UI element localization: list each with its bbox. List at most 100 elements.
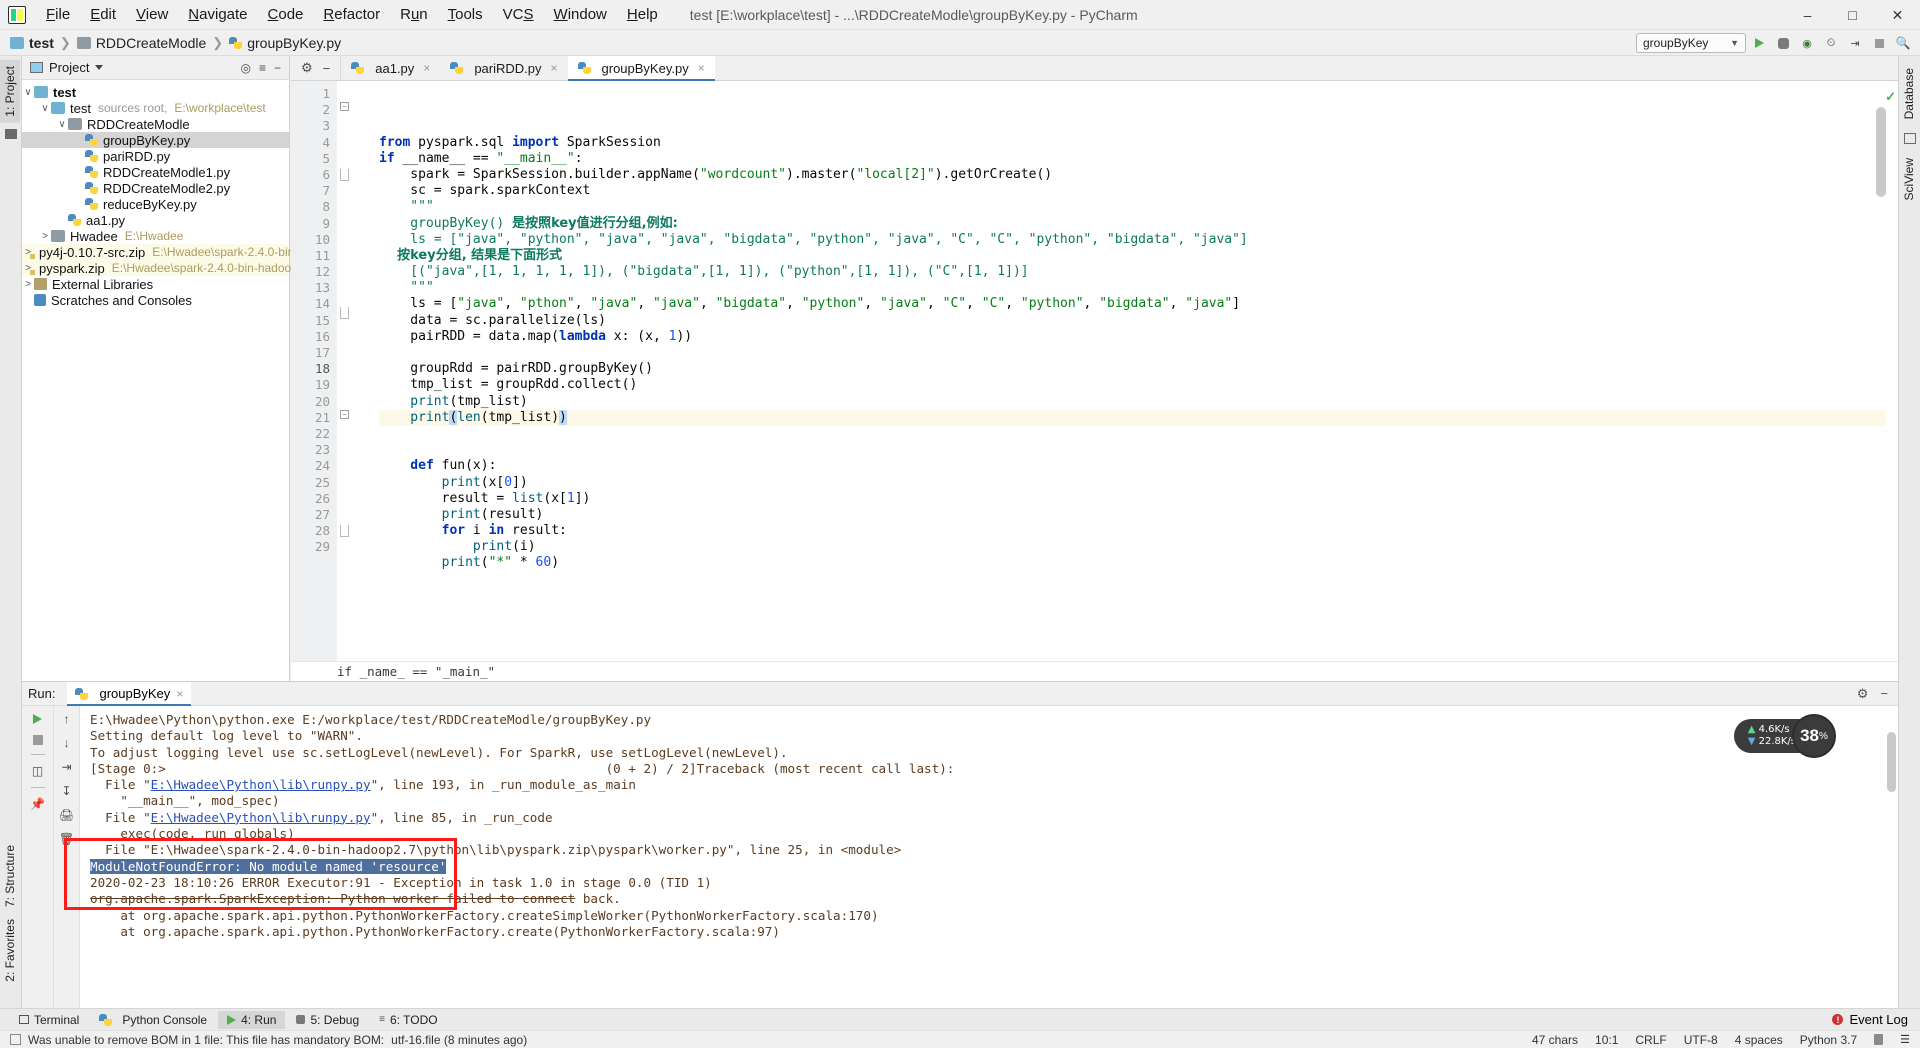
tree-item-groupbykey-py[interactable]: groupByKey.py — [22, 132, 289, 148]
fold-icon-line2[interactable]: − — [340, 102, 349, 111]
menu-tools[interactable]: Tools — [438, 2, 493, 27]
menu-help[interactable]: Help — [617, 2, 668, 27]
structure-toggle-icon[interactable] — [5, 128, 17, 139]
menu-view[interactable]: View — [126, 2, 178, 27]
stop-icon[interactable] — [32, 735, 43, 745]
gear-icon[interactable]: ⚙ — [301, 60, 313, 76]
scroll-to-end-icon[interactable]: ↧ — [60, 784, 74, 798]
console-vertical-scrollbar[interactable] — [1887, 732, 1896, 792]
chevron-down-icon[interactable]: ∨ — [56, 119, 68, 130]
attach-process-button[interactable]: ⇥ — [1844, 32, 1866, 54]
menu-navigate[interactable]: Navigate — [178, 2, 257, 27]
editor-tab-parirdd-py[interactable]: pariRDD.py × — [440, 56, 567, 80]
tree-item-reducebykey-py[interactable]: reduceByKey.py — [22, 196, 289, 212]
tree-item-hwadee[interactable]: > Hwadee E:\Hwadee — [22, 228, 289, 244]
scroll-up-icon[interactable]: ↑ — [60, 712, 74, 726]
run-tab-groupbykey[interactable]: groupByKey × — [67, 681, 192, 706]
minimize-icon[interactable]: − — [1880, 686, 1888, 702]
tree-item-rddcreatemodle1-py[interactable]: RDDCreateModle1.py — [22, 164, 289, 180]
close-icon[interactable]: × — [176, 687, 183, 701]
run-with-coverage-button[interactable]: ◉ — [1796, 32, 1818, 54]
console-link[interactable]: E:\Hwadee\Python\lib\runpy.py — [151, 810, 371, 825]
status-caret-position[interactable]: 10:1 — [1595, 1033, 1618, 1047]
rerun-icon[interactable] — [31, 712, 45, 726]
sidebar-tab-project[interactable]: 1: Project — [0, 60, 20, 123]
sidebar-tab-sciview[interactable]: SciView — [1899, 152, 1919, 206]
close-icon[interactable]: × — [423, 61, 430, 75]
fold-end-line5[interactable] — [340, 169, 349, 181]
search-everywhere-button[interactable]: 🔍 — [1892, 32, 1914, 54]
scroll-from-source-icon[interactable]: ◎ — [240, 61, 250, 75]
collapse-all-icon[interactable]: ≡ — [259, 61, 266, 75]
sidebar-tab-favorites[interactable]: 2: Favorites — [0, 913, 20, 988]
run-configuration-selector[interactable]: groupByKey ▼ — [1636, 33, 1746, 53]
editor-tab-groupbykey-py[interactable]: groupByKey.py × — [567, 56, 715, 81]
minimize-icon[interactable]: − — [323, 61, 331, 76]
editor-vertical-scrollbar[interactable] — [1876, 107, 1886, 197]
tree-item-scratches-and-consoles[interactable]: Scratches and Consoles — [22, 292, 289, 308]
chevron-down-icon[interactable]: ∨ — [39, 103, 51, 114]
breadcrumb-folder[interactable]: RDDCreateModle — [96, 35, 206, 51]
console-output[interactable]: E:\Hwadee\Python\python.exe E:/workplace… — [80, 706, 1898, 1009]
menu-vcs[interactable]: VCS — [493, 2, 544, 27]
lock-icon[interactable] — [1874, 1034, 1884, 1045]
bottom-tab-python-console[interactable]: Python Console — [90, 1011, 216, 1029]
bottom-tab-terminal[interactable]: Terminal — [10, 1011, 88, 1029]
menu-file[interactable]: File — [36, 2, 80, 27]
status-interpreter[interactable]: Python 3.7 — [1800, 1033, 1857, 1047]
bottom-tab-5-debug[interactable]: 5: Debug — [287, 1011, 368, 1029]
stop-button[interactable] — [1868, 32, 1890, 54]
menu-refactor[interactable]: Refactor — [313, 2, 390, 27]
grid-icon[interactable] — [1904, 133, 1916, 145]
soft-wrap-icon[interactable]: ⇥ — [60, 760, 74, 774]
fold-end-line27[interactable] — [340, 525, 349, 537]
minimize-button[interactable]: – — [1785, 0, 1830, 30]
bottom-tab-4-run[interactable]: 4: Run — [218, 1010, 286, 1029]
profile-button[interactable]: ⏲ — [1820, 32, 1842, 54]
close-icon[interactable]: × — [698, 61, 705, 75]
debug-button[interactable] — [1772, 32, 1794, 54]
code-area[interactable]: 1 2 3 4 5 6 7 8 9 10 11 12 13 14 15 16 17 18 19 20 21 22 23 24 2… — [291, 81, 1898, 661]
chevron-down-icon[interactable] — [95, 65, 104, 70]
breadcrumb-file[interactable]: groupByKey.py — [247, 35, 341, 51]
pin-icon[interactable]: 📌 — [30, 797, 45, 811]
status-indent[interactable]: 4 spaces — [1735, 1033, 1783, 1047]
hide-panel-icon[interactable]: − — [274, 61, 281, 75]
menu-code[interactable]: Code — [258, 2, 314, 27]
tree-item-test[interactable]: ∨ test — [22, 84, 289, 100]
menu-window[interactable]: Window — [544, 2, 617, 27]
editor-tab-aa1-py[interactable]: aa1.py × — [341, 56, 440, 80]
close-icon[interactable]: × — [551, 61, 558, 75]
tree-item-aa1-py[interactable]: aa1.py — [22, 212, 289, 228]
tree-item-rddcreatemodle[interactable]: ∨ RDDCreateModle — [22, 116, 289, 132]
sidebar-tab-database[interactable]: Database — [1899, 62, 1919, 125]
clear-all-icon[interactable]: 🗑 — [59, 832, 74, 846]
tree-item-py4j-0-10-7-src-zip[interactable]: > py4j-0.10.7-src.zip E:\Hwadee\spark-2.4.… — [22, 244, 305, 260]
maximize-button[interactable]: □ — [1830, 0, 1875, 30]
tree-item-pyspark-zip[interactable]: > pyspark.zip E:\Hwadee\spark-2.4.0-bin-ha… — [22, 260, 298, 276]
chevron-right-icon[interactable]: > — [39, 231, 51, 242]
fold-end-line10[interactable] — [340, 307, 349, 319]
scroll-down-icon[interactable]: ↓ — [60, 736, 74, 750]
tree-item-test[interactable]: ∨ test sources root, E:\workplace\test — [22, 100, 289, 116]
tree-item-rddcreatemodle2-py[interactable]: RDDCreateModle2.py — [22, 180, 289, 196]
sidebar-tab-structure[interactable]: 7: Structure — [0, 839, 20, 913]
run-button[interactable] — [1748, 32, 1770, 54]
gear-icon[interactable]: ⚙ — [1857, 686, 1869, 702]
print-icon[interactable]: 🖨 — [59, 808, 74, 822]
editor-error-stripe[interactable]: ✓ — [1885, 81, 1898, 661]
memory-indicator-icon[interactable]: ☰ — [1900, 1033, 1910, 1046]
status-line-separator[interactable]: CRLF — [1635, 1033, 1666, 1047]
menu-run[interactable]: Run — [390, 2, 438, 27]
breadcrumb-project[interactable]: test — [29, 35, 54, 51]
network-cpu-widget[interactable]: ▲ 4.6K/s ▼ 22.8K/s 38% — [1733, 714, 1836, 758]
tree-item-parirdd-py[interactable]: pariRDD.py — [22, 148, 289, 164]
tree-item-external-libraries[interactable]: > External Libraries — [22, 276, 289, 292]
event-log-group[interactable]: ! Event Log — [1832, 1012, 1920, 1027]
console-link[interactable]: E:\Hwadee\Python\lib\runpy.py — [151, 777, 371, 792]
toggle-tasks-icon[interactable]: ◫ — [31, 764, 45, 778]
fold-icon-line21[interactable]: − — [340, 410, 349, 419]
bottom-tab-6-todo[interactable]: ≡ 6: TODO — [370, 1011, 446, 1029]
chevron-right-icon[interactable]: > — [22, 279, 34, 290]
menu-edit[interactable]: Edit — [80, 2, 126, 27]
